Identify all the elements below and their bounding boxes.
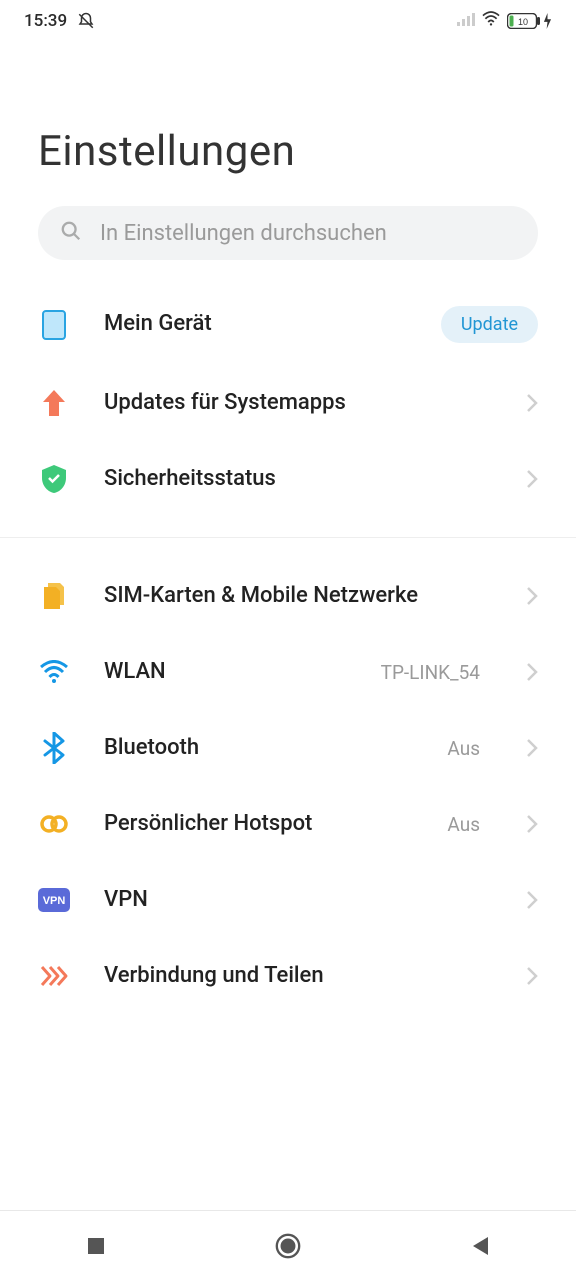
dnd-icon	[77, 12, 95, 30]
vpn-icon: VPN	[38, 884, 70, 916]
row-label: Persönlicher Hotspot	[104, 810, 413, 839]
row-label: SIM-Karten & Mobile Netzwerke	[104, 582, 492, 611]
status-bar: 15:39	[0, 0, 576, 37]
signal-icon	[457, 11, 475, 31]
device-icon	[38, 309, 70, 341]
nav-bar	[0, 1210, 576, 1280]
row-sim-mobile[interactable]: SIM-Karten & Mobile Netzwerke	[38, 558, 538, 634]
page-title: Einstellungen	[0, 37, 576, 206]
row-wlan[interactable]: WLAN TP-LINK_54	[38, 634, 538, 710]
chevron-right-icon	[526, 469, 538, 489]
row-value: TP-LINK_54	[381, 661, 480, 684]
row-connection-sharing[interactable]: Verbindung und Teilen	[38, 938, 538, 1014]
chevron-right-icon	[526, 662, 538, 682]
update-badge[interactable]: Update	[441, 306, 538, 343]
nav-home-button[interactable]	[274, 1232, 302, 1260]
status-time: 15:39	[24, 11, 67, 31]
chevron-right-icon	[526, 586, 538, 606]
row-hotspot[interactable]: Persönlicher Hotspot Aus	[38, 786, 538, 862]
search-bar[interactable]: In Einstellungen durchsuchen	[38, 206, 538, 260]
svg-text:VPN: VPN	[43, 895, 66, 907]
nav-recents-button[interactable]	[82, 1232, 110, 1260]
chevron-right-icon	[526, 814, 538, 834]
status-right: 10	[457, 10, 552, 31]
row-bluetooth[interactable]: Bluetooth Aus	[38, 710, 538, 786]
row-system-app-updates[interactable]: Updates für Systemapps	[38, 365, 538, 441]
row-value: Aus	[447, 813, 480, 836]
row-label: Bluetooth	[104, 734, 413, 763]
bluetooth-icon	[38, 732, 70, 764]
row-label: Mein Gerät	[104, 310, 407, 339]
chevron-right-icon	[526, 890, 538, 910]
row-label: VPN	[104, 886, 492, 915]
row-label: Verbindung und Teilen	[104, 962, 492, 991]
row-my-device[interactable]: Mein Gerät Update	[38, 284, 538, 365]
wifi-icon	[38, 656, 70, 688]
chevron-right-icon	[526, 966, 538, 986]
svg-text:10: 10	[518, 17, 528, 27]
shield-icon	[38, 463, 70, 495]
settings-list: Mein Gerät Update Updates für Systemapps…	[0, 284, 576, 1014]
battery-icon: 10	[507, 13, 552, 29]
row-vpn[interactable]: VPN VPN	[38, 862, 538, 938]
row-label: WLAN	[104, 658, 347, 687]
hotspot-icon	[38, 808, 70, 840]
nav-back-button[interactable]	[466, 1232, 494, 1260]
row-value: Aus	[447, 737, 480, 760]
search-icon	[60, 220, 82, 246]
section-divider	[0, 537, 576, 538]
search-placeholder: In Einstellungen durchsuchen	[100, 221, 387, 246]
row-label: Sicherheitsstatus	[104, 465, 492, 494]
status-left: 15:39	[24, 11, 95, 31]
share-icon	[38, 960, 70, 992]
arrow-up-icon	[38, 387, 70, 419]
row-label: Updates für Systemapps	[104, 389, 492, 418]
chevron-right-icon	[526, 738, 538, 758]
chevron-right-icon	[526, 393, 538, 413]
row-security-status[interactable]: Sicherheitsstatus	[38, 441, 538, 517]
sim-icon	[38, 580, 70, 612]
wifi-icon	[481, 10, 501, 31]
